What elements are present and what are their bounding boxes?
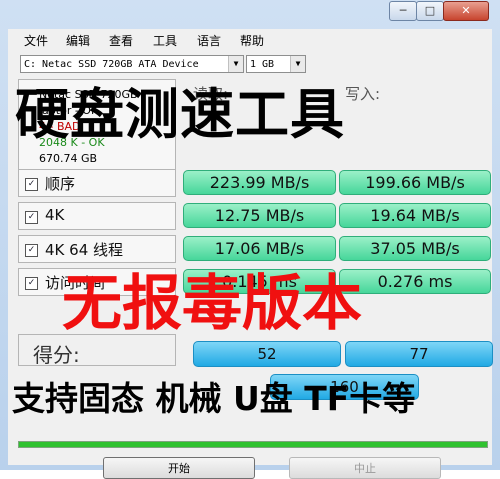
4k-checkbox[interactable]: ✓ (25, 211, 38, 224)
4k-write-result: 19.64 MB/s (339, 203, 491, 228)
seq-label: 顺序 (45, 175, 76, 193)
menu-file[interactable]: 文件 (24, 32, 48, 49)
seq-read-result: 223.99 MB/s (183, 170, 336, 195)
start-button[interactable]: 开始 (103, 457, 255, 479)
4k64-checkbox[interactable]: ✓ (25, 244, 38, 257)
progress-bar (18, 441, 488, 448)
access-checkbox[interactable]: ✓ (25, 277, 38, 290)
close-button[interactable]: ✕ (443, 1, 489, 21)
overlay-bottom-caption: 支持固态 机械 U盘 TF卡等 (12, 379, 416, 418)
menu-help[interactable]: 帮助 (240, 32, 264, 49)
read-score: 52 (193, 341, 341, 367)
menu-language[interactable]: 语言 (197, 32, 221, 49)
seq-write-result: 199.66 MB/s (339, 170, 491, 195)
minimize-button[interactable]: ─ (389, 1, 417, 21)
4k-label: 4K (45, 206, 65, 224)
test-row-4k: ✓ 4K (18, 202, 176, 230)
write-score: 77 (345, 341, 493, 367)
menu-view[interactable]: 查看 (109, 32, 133, 49)
title-bar: ─ □ ✕ (0, 0, 500, 28)
app-window: ─ □ ✕ 文件 编辑 查看 工具 语言 帮助 C: Netac SSD 720… (0, 0, 500, 479)
test-size-value: 1 GB (250, 59, 275, 70)
test-row-seq: ✓ 顺序 (18, 169, 176, 197)
maximize-button[interactable]: □ (416, 1, 444, 21)
menu-tools[interactable]: 工具 (153, 32, 177, 49)
drive-select-value: C: Netac SSD 720GB ATA Device (24, 59, 199, 70)
stop-button[interactable]: 中止 (289, 457, 441, 479)
overlay-title: 硬盘测速工具 (15, 83, 345, 146)
score-label: 得分: (33, 343, 80, 367)
4k-read-result: 12.75 MB/s (183, 203, 336, 228)
menu-edit[interactable]: 编辑 (66, 32, 90, 49)
seq-checkbox[interactable]: ✓ (25, 178, 38, 191)
overlay-red-banner: 无报毒版本 (62, 269, 362, 339)
drive-capacity: 670.74 GB (39, 152, 98, 165)
write-column-header: 写入: (345, 85, 381, 103)
